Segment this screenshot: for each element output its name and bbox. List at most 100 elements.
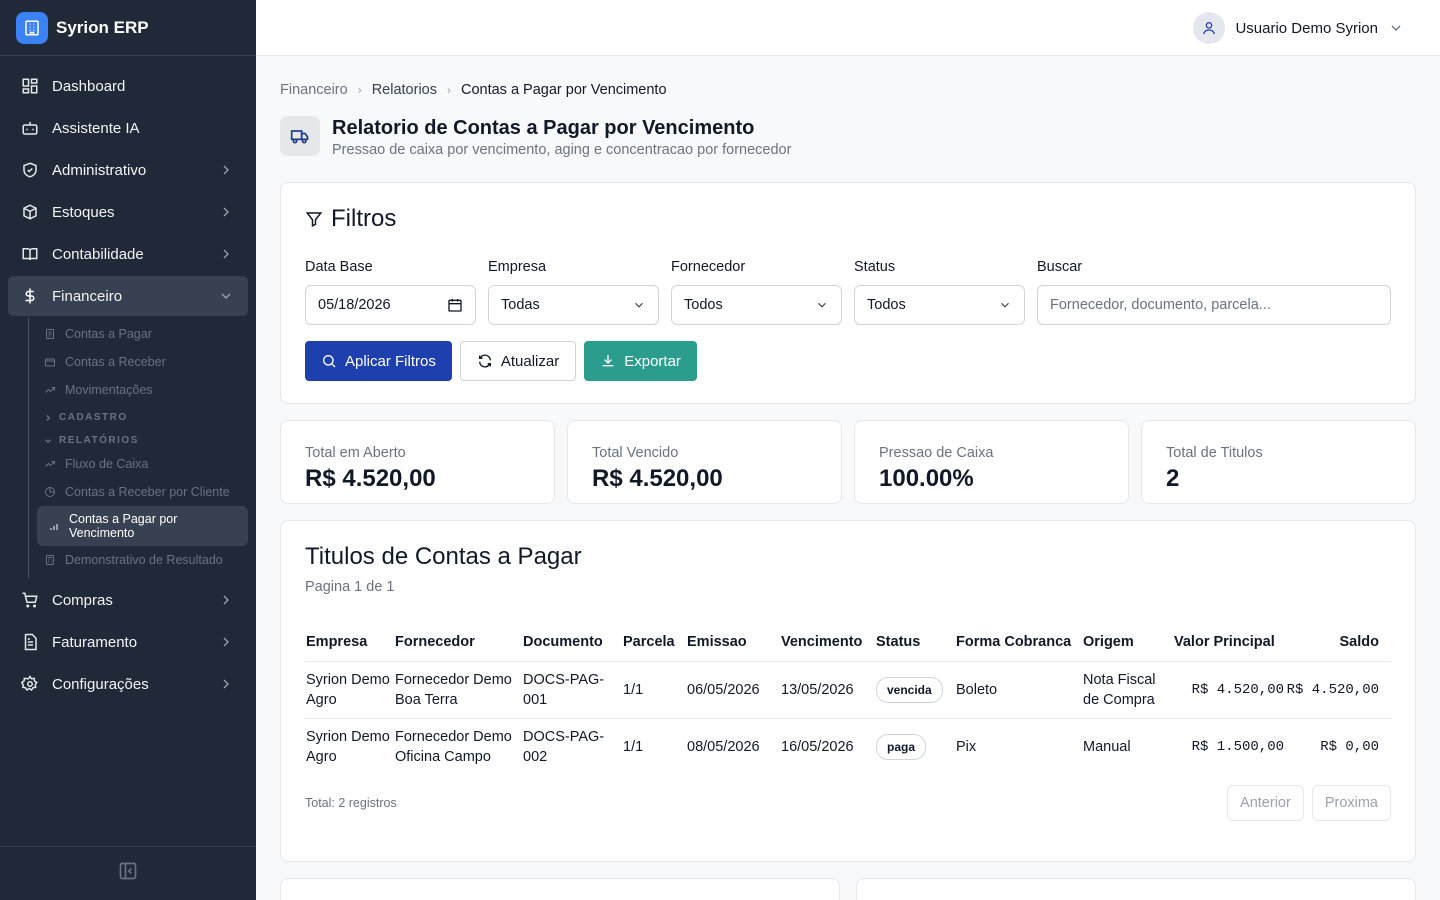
- col-saldo: Saldo: [1285, 623, 1391, 662]
- table-row[interactable]: Syrion Demo Agro Fornecedor Demo Oficina…: [305, 718, 1391, 775]
- sidebar-item-label: Assistente IA: [52, 119, 140, 137]
- sidebar-item-configuracoes[interactable]: Configurações: [8, 664, 248, 704]
- filter-empresa: Empresa Todas: [488, 259, 659, 325]
- pagination: Anterior Proxima: [1227, 784, 1391, 821]
- kpi-row: Total em Aberto R$ 4.520,00 Total Vencid…: [280, 420, 1416, 504]
- sidebar-item-faturamento[interactable]: Faturamento: [8, 622, 248, 662]
- cell-empresa: Syrion Demo Agro: [306, 728, 390, 765]
- sidebar-subitem-movimentacoes[interactable]: Movimentações: [37, 376, 248, 404]
- fornecedor-select[interactable]: Todos: [671, 285, 842, 325]
- cell-documento: DOCS-PAG-002: [523, 728, 605, 765]
- cell-forma-cobranca: Boleto: [955, 661, 1082, 719]
- sidebar-group-label: RELATÓRIOS: [59, 435, 139, 446]
- breadcrumb: Financeiro › Relatorios › Contas a Pagar…: [280, 80, 1416, 100]
- bot-icon: [20, 118, 40, 138]
- buscar-input[interactable]: Fornecedor, documento, parcela...: [1037, 285, 1391, 325]
- prev-page-button[interactable]: Anterior: [1227, 784, 1304, 821]
- export-button[interactable]: Exportar: [584, 341, 697, 381]
- sidebar-item-compras[interactable]: Compras: [8, 580, 248, 620]
- cell-empresa: Syrion Demo Agro: [305, 661, 394, 719]
- filter-fields: Data Base 05/18/2026 Empresa Todas Forne…: [305, 259, 1391, 325]
- main-content: Financeiro › Relatorios › Contas a Pagar…: [280, 56, 1416, 900]
- bottom-cards: [280, 878, 1416, 900]
- chevron-right-icon: [223, 207, 229, 217]
- sidebar-item-label: Compras: [52, 591, 113, 609]
- sidebar-subitem-contas-pagar[interactable]: Contas a Pagar: [37, 320, 248, 348]
- sidebar-item-label: Estoques: [52, 203, 115, 221]
- total-records: Total: 2 registros: [305, 795, 397, 810]
- cell-emissao: 06/05/2026: [686, 661, 780, 719]
- sidebar-item-contabilidade[interactable]: Contabilidade: [8, 234, 248, 274]
- apply-filters-button[interactable]: Aplicar Filtros: [305, 341, 452, 381]
- data-base-input[interactable]: 05/18/2026: [305, 285, 476, 325]
- table-header-row: Empresa Fornecedor Documento Parcela Emi…: [305, 623, 1391, 662]
- sidebar-subitem-receber-cliente[interactable]: Contas a Receber por Cliente: [37, 478, 248, 506]
- trending-icon: [43, 383, 57, 397]
- top-bar: Usuario Demo Syrion: [256, 0, 1440, 56]
- kpi-label: Total Vencido: [592, 445, 679, 461]
- financeiro-subnav: Contas a Pagar Contas a Receber Moviment…: [28, 318, 248, 578]
- sidebar-item-dashboard[interactable]: Dashboard: [8, 66, 248, 106]
- user-menu[interactable]: Usuario Demo Syrion: [1193, 12, 1404, 44]
- cell-parcela: 1/1: [622, 661, 686, 719]
- filters-heading: Filtros: [305, 205, 1391, 233]
- bottom-card-left: [280, 878, 840, 900]
- sidebar-item-administrativo[interactable]: Administrativo: [8, 150, 248, 190]
- next-page-button[interactable]: Proxima: [1311, 784, 1391, 821]
- sidebar-group-cadastro[interactable]: CADASTRO: [37, 404, 248, 427]
- building-icon: [16, 11, 48, 44]
- chevron-down-icon: [1391, 25, 1401, 31]
- sidebar-item-estoques[interactable]: Estoques: [8, 192, 248, 232]
- sidebar-item-label: Faturamento: [52, 633, 138, 651]
- sidebar-subitem-label: Contas a Pagar: [65, 327, 152, 341]
- status-select[interactable]: Todos: [854, 285, 1025, 325]
- sidebar-subitem-contas-receber[interactable]: Contas a Receber: [37, 348, 248, 376]
- chevron-right-icon: [223, 595, 229, 605]
- cell-fornecedor: Fornecedor Demo Boa Terra: [394, 661, 522, 719]
- titles-table: Empresa Fornecedor Documento Parcela Emi…: [305, 623, 1391, 775]
- sidebar-item-assistente[interactable]: Assistente IA: [8, 108, 248, 148]
- filters-card: Filtros Data Base 05/18/2026 Empresa Tod…: [280, 182, 1416, 404]
- col-valor-principal: Valor Principal: [1173, 623, 1285, 662]
- page-subtitle: Pressao de caixa por vencimento, aging e…: [332, 142, 792, 158]
- calendar-icon[interactable]: [447, 297, 463, 313]
- sidebar-item-financeiro[interactable]: Financeiro: [8, 276, 248, 316]
- collapse-sidebar-icon[interactable]: [118, 861, 138, 886]
- file-icon: [43, 327, 57, 341]
- user-icon: [1193, 12, 1226, 44]
- sidebar-group-relatorios[interactable]: RELATÓRIOS: [37, 427, 248, 450]
- kpi-label: Total de Titulos: [1166, 445, 1263, 461]
- sidebar-item-label: Configurações: [52, 675, 149, 693]
- sidebar-subitem-demonstrativo[interactable]: Demonstrativo de Resultado: [37, 546, 248, 574]
- user-name: Usuario Demo Syrion: [1235, 19, 1378, 37]
- filter-data-base: Data Base 05/18/2026: [305, 259, 476, 325]
- sidebar-footer: [0, 846, 256, 900]
- data-base-value: 05/18/2026: [318, 297, 391, 313]
- sidebar-subitem-fluxo-caixa[interactable]: Fluxo de Caixa: [37, 450, 248, 478]
- chevron-down-icon: [1001, 302, 1009, 308]
- sidebar-subitem-pagar-vencimento[interactable]: Contas a Pagar por Vencimento: [37, 506, 248, 546]
- sidebar: Syrion ERP Dashboard Assistente IA Admin…: [0, 0, 256, 900]
- col-documento: Documento: [522, 623, 622, 662]
- dollar-icon: [20, 286, 40, 306]
- cell-fornecedor: Fornecedor Demo Oficina Campo: [395, 728, 512, 765]
- trending-icon: [43, 457, 57, 471]
- kpi-total-titulos: Total de Titulos 2: [1141, 420, 1416, 504]
- chevron-right-icon: ›: [357, 83, 362, 97]
- brand[interactable]: Syrion ERP: [0, 0, 256, 56]
- cell-status: paga: [875, 718, 955, 775]
- buscar-placeholder: Fornecedor, documento, parcela...: [1050, 297, 1271, 313]
- refresh-button[interactable]: Atualizar: [459, 341, 577, 381]
- page-header: Relatorio de Contas a Pagar por Vencimen…: [280, 116, 1416, 158]
- sidebar-item-label: Contabilidade: [52, 245, 144, 263]
- cell-saldo: R$ 0,00: [1320, 738, 1379, 755]
- sidebar-subitem-label: Contas a Pagar por Vencimento: [69, 512, 178, 540]
- titles-table-card: Titulos de Contas a Pagar Pagina 1 de 1 …: [280, 520, 1416, 862]
- breadcrumb-financeiro[interactable]: Financeiro: [280, 82, 348, 98]
- sidebar-subitem-label: Contas a Receber: [65, 355, 166, 369]
- shield-icon: [20, 160, 40, 180]
- empresa-select[interactable]: Todas: [488, 285, 659, 325]
- refresh-label: Atualizar: [500, 352, 560, 370]
- table-row[interactable]: Syrion Demo Agro Fornecedor Demo Boa Ter…: [305, 661, 1391, 719]
- breadcrumb-relatorios[interactable]: Relatorios: [372, 82, 437, 98]
